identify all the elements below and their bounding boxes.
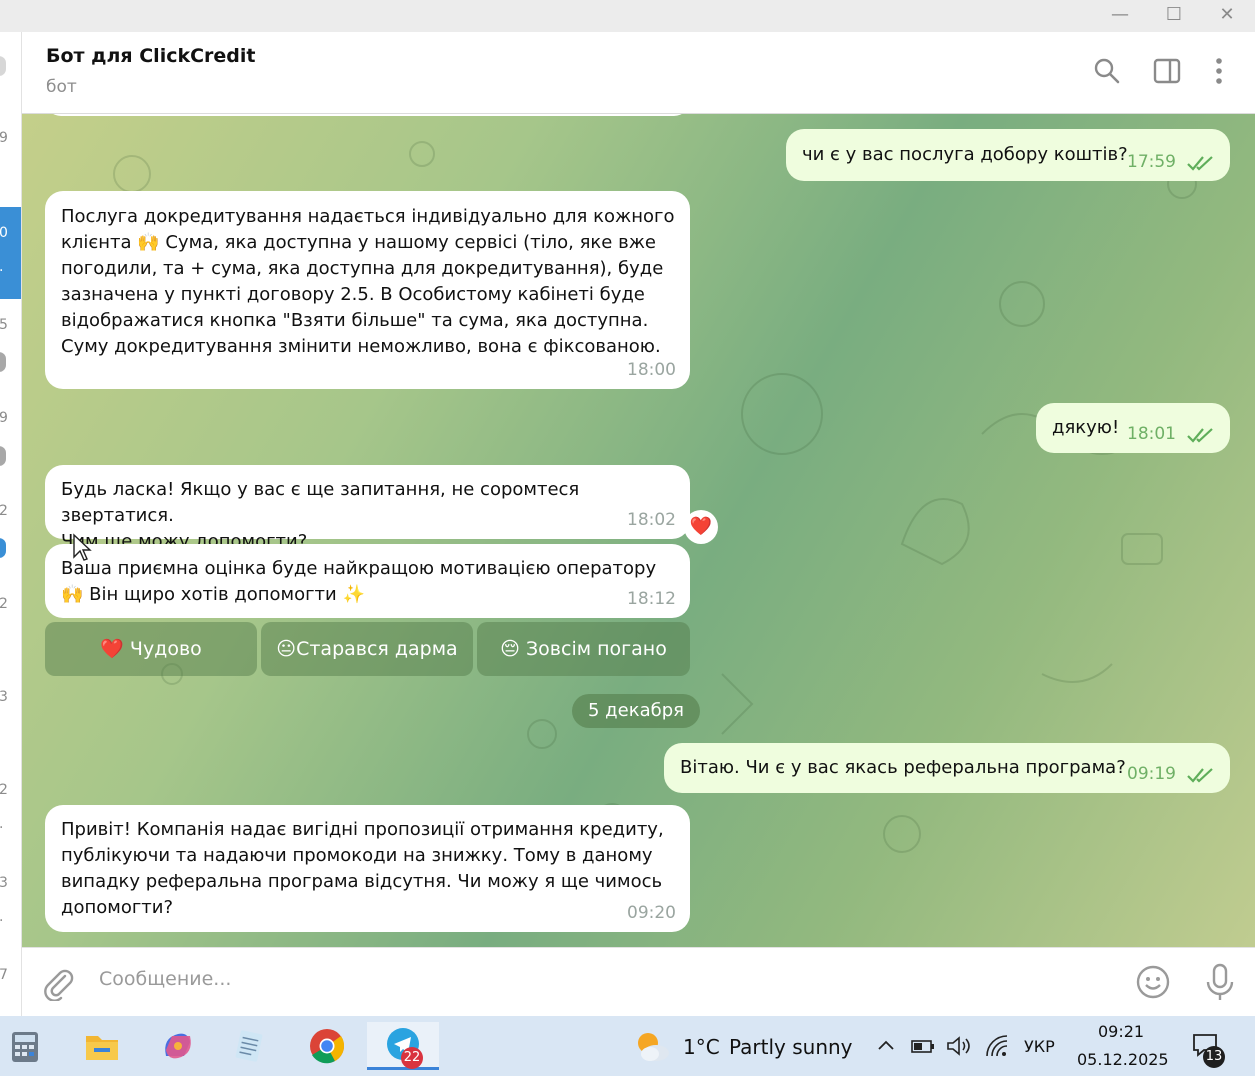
search-icon[interactable] — [1092, 56, 1122, 86]
attach-icon[interactable] — [40, 965, 76, 1001]
message-bubble-outgoing[interactable]: чи є у вас послуга добору коштів? 17:59 — [786, 129, 1230, 181]
avatar-partial[interactable] — [0, 56, 6, 76]
message-time: 18:00 — [627, 360, 676, 380]
chat-messages-area[interactable]: чи є у вас послуга добору коштів? 17:59 … — [22, 114, 1255, 947]
minimize-icon[interactable]: — — [1105, 4, 1135, 26]
double-check-icon — [1187, 156, 1213, 171]
window-titlebar: — ☐ ✕ — [0, 0, 1255, 32]
chat-list-fragment: . — [0, 816, 3, 832]
chat-list-fragment: 2 — [0, 596, 8, 612]
more-vert-icon[interactable] — [1204, 56, 1234, 86]
message-time: 18:02 — [627, 510, 676, 530]
reaction-heart-icon[interactable]: ❤️ — [684, 510, 718, 544]
chat-list-fragment: 0 — [0, 225, 8, 241]
chat-list-fragment: 9 — [0, 130, 8, 146]
weather-temperature[interactable]: 1°C — [683, 1035, 720, 1059]
microphone-icon[interactable] — [1202, 962, 1238, 1002]
telegram-unread-badge: 22 — [401, 1047, 423, 1069]
message-bubble-incoming[interactable]: Будь ласка! Якщо у вас є ще запитання, н… — [45, 465, 690, 552]
double-check-icon — [1187, 768, 1213, 783]
clock-date[interactable]: 05.12.2025 — [1077, 1050, 1169, 1069]
taskbar-app-calculator[interactable] — [0, 1022, 60, 1070]
chat-subtitle: бот — [46, 77, 77, 97]
weather-partly-sunny-icon[interactable] — [632, 1026, 672, 1066]
double-check-icon — [1187, 428, 1213, 443]
unread-counter-partial — [0, 538, 6, 558]
message-text: Привіт! Компанія надає вигідні пропозиці… — [61, 819, 664, 918]
chat-list-partial: 9 0 . 5 9 2 2 3 2 . 3 . 7 — [0, 32, 22, 1016]
chat-list-fragment: 9 — [0, 410, 8, 426]
message-bubble-outgoing[interactable]: Вітаю. Чи є у вас якась реферальна прогр… — [664, 743, 1230, 793]
chevron-up-icon[interactable] — [876, 1036, 896, 1056]
rating-button-great[interactable]: ❤️ Чудово — [45, 622, 257, 676]
taskbar-app-chrome[interactable] — [297, 1022, 357, 1070]
chat-list-fragment: 3 — [0, 875, 8, 891]
volume-icon[interactable] — [945, 1034, 971, 1058]
message-time: 18:01 — [1127, 424, 1176, 444]
mouse-cursor-icon — [73, 533, 92, 561]
chat-list-fragment: . — [0, 259, 3, 275]
message-bubble-incoming[interactable]: Послуга докредитування надається індивід… — [45, 191, 690, 389]
taskbar-app-file-explorer[interactable] — [72, 1022, 132, 1070]
keyboard-language[interactable]: УКР — [1024, 1037, 1055, 1056]
date-separator: 5 декабря — [572, 694, 700, 728]
chrome-icon — [310, 1029, 345, 1064]
message-time: 17:59 — [1127, 152, 1176, 172]
notepad-icon — [235, 1030, 263, 1062]
message-bubble-partial — [45, 114, 690, 116]
maximize-icon[interactable]: ☐ — [1159, 4, 1189, 26]
message-text: Ваша приємна оцінка буде найкращою мотив… — [61, 558, 657, 605]
chat-header: Бот для ClickCredit бот — [22, 32, 1255, 114]
message-time: 09:20 — [627, 903, 676, 923]
chat-list-fragment: 3 — [0, 689, 8, 705]
selected-chat-highlight[interactable]: 0 . — [0, 207, 21, 299]
chat-title[interactable]: Бот для ClickCredit — [46, 45, 256, 67]
taskbar-app-telegram[interactable]: 22 — [367, 1022, 439, 1070]
chat-list-fragment: 2 — [0, 503, 8, 519]
rating-button-bad[interactable]: 😔 Зовсім погано — [477, 622, 690, 676]
chat-list-fragment: . — [0, 909, 3, 925]
calculator-icon — [12, 1032, 38, 1062]
unread-counter-partial — [0, 352, 6, 372]
columns-icon[interactable] — [1152, 56, 1182, 86]
folder-icon — [86, 1036, 118, 1060]
message-bubble-outgoing[interactable]: дякую! 18:01 — [1036, 403, 1230, 453]
message-input[interactable]: Сообщение... — [99, 968, 231, 990]
close-icon[interactable]: ✕ — [1212, 4, 1242, 26]
copilot-icon — [165, 1033, 191, 1059]
chat-list-fragment: 5 — [0, 317, 8, 333]
message-bubble-incoming[interactable]: Ваша приємна оцінка буде найкращою мотив… — [45, 544, 690, 618]
chat-list-fragment: 7 — [0, 967, 8, 983]
rating-button-tried[interactable]: 😐Старався дарма — [261, 622, 473, 676]
message-time: 09:19 — [1127, 764, 1176, 784]
chat-list-fragment: 2 — [0, 782, 8, 798]
weather-description[interactable]: Partly sunny — [729, 1035, 853, 1059]
notification-count-badge: 13 — [1203, 1046, 1225, 1068]
windows-taskbar: 22 1°C Partly sunny УКР 09:21 05.12.2025… — [0, 1016, 1255, 1076]
battery-icon[interactable] — [910, 1036, 936, 1056]
taskbar-app-copilot[interactable] — [148, 1022, 208, 1070]
message-text: Послуга докредитування надається індивід… — [61, 206, 675, 357]
message-composer: Сообщение... — [22, 947, 1255, 1017]
message-time: 18:12 — [627, 589, 676, 609]
unread-counter-partial — [0, 446, 6, 466]
taskbar-app-notepad[interactable] — [220, 1022, 280, 1070]
wifi-icon[interactable] — [984, 1034, 1010, 1058]
clock-time[interactable]: 09:21 — [1098, 1022, 1144, 1041]
message-bubble-incoming[interactable]: Привіт! Компанія надає вигідні пропозиці… — [45, 805, 690, 932]
emoji-icon[interactable] — [1135, 964, 1171, 1000]
